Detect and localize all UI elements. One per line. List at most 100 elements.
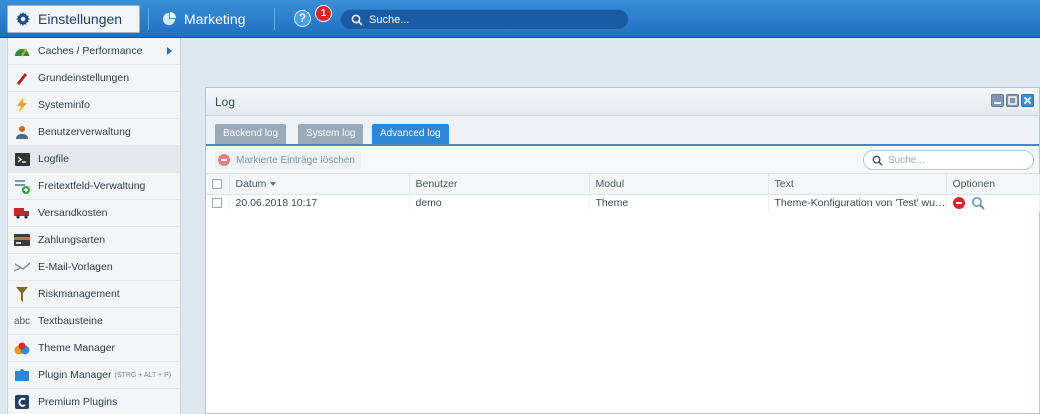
gear-icon — [16, 12, 30, 26]
paint-icon — [14, 340, 30, 356]
remove-icon — [218, 154, 230, 166]
log-table: Datum Benutzer Modul Text Optionen 20.06… — [206, 174, 1040, 212]
table-row[interactable]: 20.06.2018 10:17 demo Theme Theme-Konfig… — [206, 194, 1040, 212]
sidebar-item-label: Plugin Manager — [38, 369, 112, 381]
credit-card-icon — [14, 232, 30, 248]
row-checkbox[interactable] — [212, 198, 222, 209]
settings-label: Einstellungen — [38, 11, 123, 27]
tab-system-log[interactable]: System log — [298, 124, 364, 144]
settings-sidebar: Caches / Performance Grundeinstellungen … — [7, 38, 181, 414]
select-all-checkbox[interactable] — [212, 178, 222, 189]
log-tabs: Backend log System log Advanced log — [206, 116, 1039, 146]
table-header-row: Datum Benutzer Modul Text Optionen — [206, 174, 1040, 195]
funnel-icon — [14, 286, 30, 302]
column-header-label: Datum — [235, 177, 267, 190]
user-icon — [14, 124, 30, 140]
global-search-input[interactable]: Suche... — [340, 9, 629, 30]
sidebar-item-label: Logfile — [38, 153, 69, 165]
sidebar-item-label: Versandkosten — [38, 207, 108, 219]
cell-benutzer: demo — [409, 194, 590, 212]
delete-entry-icon[interactable] — [952, 197, 965, 210]
row-select-cell — [206, 194, 230, 212]
sidebar-item-label: Zahlungsarten — [38, 234, 106, 246]
chevron-right-icon — [167, 47, 172, 55]
sidebar-item-label: E-Mail-Vorlagen — [38, 261, 113, 273]
global-search-placeholder: Suche... — [369, 13, 410, 26]
minimize-button[interactable] — [991, 94, 1004, 107]
sidebar-item-label: Theme Manager — [38, 342, 116, 354]
marketing-label: Marketing — [184, 11, 246, 27]
close-button[interactable] — [1021, 94, 1034, 107]
sidebar-item-label: Riskmanagement — [38, 288, 120, 300]
grid-toolbar: Markierte Einträge löschen Suche... — [206, 146, 1039, 174]
sidebar-item-label: Grundeinstellungen — [38, 72, 130, 84]
abc-icon: abc — [13, 315, 31, 327]
sidebar-item-label: Caches / Performance — [38, 45, 143, 57]
sidebar-item-freitextfeld-verwaltung[interactable]: Freitextfeld-Verwaltung — [8, 173, 180, 200]
maximize-icon — [1008, 96, 1017, 105]
sidebar-item-premium-plugins[interactable]: Premium Plugins — [8, 389, 180, 414]
select-all-cell — [206, 174, 230, 195]
keyboard-shortcut: (STRG + ALT + P) — [114, 371, 172, 379]
minimize-icon — [994, 102, 1001, 104]
pie-chart-icon — [162, 12, 176, 26]
sidebar-item-grundeinstellungen[interactable]: Grundeinstellungen — [8, 65, 180, 92]
column-header-benutzer[interactable]: Benutzer — [409, 174, 590, 195]
sidebar-item-label: Benutzerverwaltung — [38, 126, 131, 138]
cell-optionen — [946, 194, 1040, 212]
sidebar-item-label: Freitextfeld-Verwaltung — [38, 180, 146, 192]
delete-selected-button[interactable]: Markierte Einträge löschen — [215, 151, 361, 169]
settings-menu-button[interactable]: Einstellungen — [7, 5, 140, 33]
column-header-modul[interactable]: Modul — [589, 174, 769, 195]
list-add-icon — [14, 178, 30, 194]
top-bar: Einstellungen Marketing ? 1 Suche... — [0, 0, 1040, 38]
delete-selected-label: Markierte Einträge löschen — [236, 154, 355, 166]
cell-datum: 20.06.2018 10:17 — [229, 194, 410, 212]
sidebar-item-caches-performance[interactable]: Caches / Performance — [8, 38, 180, 65]
truck-icon — [14, 205, 30, 221]
grid-search-placeholder: Suche... — [888, 154, 925, 166]
sidebar-item-theme-manager[interactable]: Theme Manager — [8, 335, 180, 362]
lightning-icon — [14, 97, 30, 113]
help-icon[interactable]: ? — [294, 10, 311, 27]
search-icon — [351, 14, 363, 26]
column-header-text[interactable]: Text — [768, 174, 947, 195]
maximize-button[interactable] — [1006, 94, 1019, 107]
column-header-datum[interactable]: Datum — [229, 174, 410, 195]
puzzle-icon — [14, 367, 30, 383]
pencil-icon — [14, 70, 30, 86]
log-window: Log Backend log System log Advanced log … — [205, 87, 1040, 414]
view-details-icon[interactable] — [971, 196, 985, 210]
sidebar-item-logfile[interactable]: Logfile — [8, 146, 180, 173]
sidebar-item-zahlungsarten[interactable]: Zahlungsarten — [8, 227, 180, 254]
terminal-icon — [14, 151, 30, 167]
column-header-optionen: Optionen — [946, 174, 1040, 195]
search-icon — [872, 155, 883, 166]
tab-backend-log[interactable]: Backend log — [215, 124, 287, 144]
cell-modul: Theme — [589, 194, 769, 212]
grid-search-input[interactable]: Suche... — [863, 150, 1034, 170]
marketing-menu-button[interactable]: Marketing — [162, 7, 245, 31]
window-header[interactable]: Log — [206, 88, 1039, 116]
cell-text: Theme-Konfiguration von 'Test' wur... — [768, 194, 947, 212]
tab-advanced-log[interactable]: Advanced log — [372, 124, 449, 144]
sidebar-item-label: Systeminfo — [38, 99, 90, 111]
sidebar-item-label: Premium Plugins — [38, 396, 118, 408]
sidebar-item-label: Textbausteine — [38, 315, 103, 327]
envelope-icon — [14, 259, 30, 275]
sidebar-item-versandkosten[interactable]: Versandkosten — [8, 200, 180, 227]
sidebar-item-benutzerverwaltung[interactable]: Benutzerverwaltung — [8, 119, 180, 146]
speedometer-icon — [14, 43, 30, 59]
sidebar-item-plugin-manager[interactable]: Plugin Manager (STRG + ALT + P) — [8, 362, 180, 389]
sort-desc-icon — [270, 181, 277, 186]
topbar-divider — [148, 8, 149, 30]
topbar-divider — [274, 8, 275, 30]
sidebar-item-e-mail-vorlagen[interactable]: E-Mail-Vorlagen — [8, 254, 180, 281]
window-title: Log — [215, 94, 236, 109]
shopware-icon — [14, 394, 30, 410]
close-icon — [1023, 96, 1032, 105]
sidebar-item-systeminfo[interactable]: Systeminfo — [8, 92, 180, 119]
sidebar-item-textbausteine[interactable]: abc Textbausteine — [8, 308, 180, 335]
sidebar-item-riskmanagement[interactable]: Riskmanagement — [8, 281, 180, 308]
notification-badge[interactable]: 1 — [315, 5, 332, 22]
